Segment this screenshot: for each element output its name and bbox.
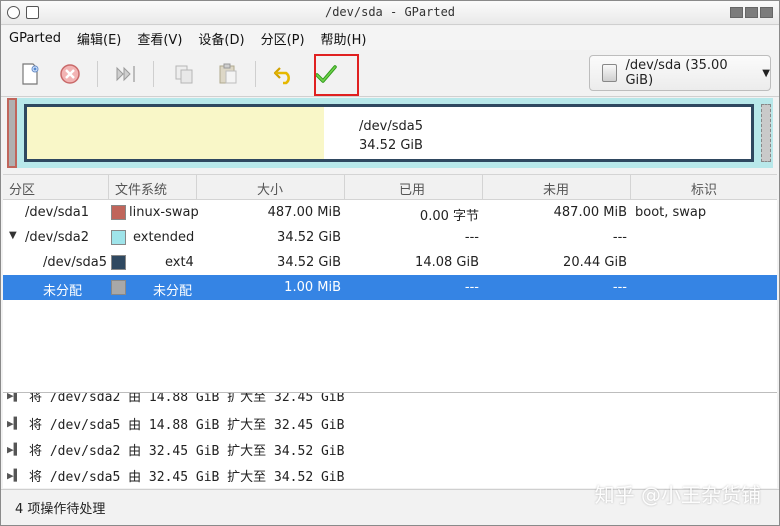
cell-used: 0.00 字节 (419, 209, 479, 224)
cell-partition: /dev/sda5 (43, 255, 107, 270)
operation-text: 将 /dev/sda2 由 14.88 GiB 扩大至 32.45 GiB (29, 392, 345, 405)
partition-table: 分区 文件系统 大小 已用 未用 标识 /dev/sda1 linux-swap… (3, 174, 777, 392)
operation-text: 将 /dev/sda2 由 32.45 GiB 扩大至 34.52 GiB (29, 443, 345, 459)
cell-used: --- (464, 230, 479, 245)
resize-operation-icon: ▶▌ (7, 442, 21, 456)
table-row-selected[interactable]: 未分配 未分配 1.00 MiB --- --- (3, 275, 777, 300)
cell-unused: --- (612, 280, 627, 295)
cell-partition: /dev/sda2 (25, 230, 89, 245)
close-button[interactable] (760, 7, 773, 18)
table-header: 分区 文件系统 大小 已用 未用 标识 (3, 175, 777, 200)
cell-unused: 20.44 GiB (563, 255, 627, 270)
header-flags[interactable]: 标识 (691, 179, 717, 198)
cell-size: 34.52 GiB (277, 255, 341, 270)
list-item[interactable]: ▶▌ 将 /dev/sda2 由 14.88 GiB 扩大至 32.45 GiB (3, 392, 345, 407)
chevron-down-icon: ▼ (762, 67, 770, 79)
resize-move-icon[interactable] (111, 59, 141, 89)
title-bar: /dev/sda - GParted (1, 1, 779, 25)
pending-operations-list: ▶▌ 将 /dev/sda2 由 14.88 GiB 扩大至 32.45 GiB… (3, 392, 777, 488)
device-label: /dev/sda (35.00 GiB) (625, 58, 728, 88)
watermark: 知乎 @小王杂货铺 (594, 483, 761, 507)
cell-partition: 未分配 (43, 284, 83, 299)
menu-partition[interactable]: 分区(P) (261, 29, 305, 48)
graph-swap-partition[interactable] (7, 98, 17, 168)
header-partition[interactable]: 分区 (9, 179, 35, 198)
operation-text: 将 /dev/sda5 由 32.45 GiB 扩大至 34.52 GiB (29, 469, 345, 485)
cell-size: 487.00 MiB (267, 205, 341, 220)
operation-text: 将 /dev/sda5 由 14.88 GiB 扩大至 32.45 GiB (29, 417, 345, 433)
header-unused[interactable]: 未用 (543, 179, 569, 198)
graph-used-space (27, 107, 324, 159)
cell-unused: 487.00 MiB (553, 205, 627, 220)
cell-filesystem: linux-swap (129, 205, 199, 220)
graph-unallocated[interactable] (761, 104, 771, 162)
partition-graph: /dev/sda5 34.52 GiB (7, 98, 773, 168)
cell-partition: /dev/sda1 (25, 205, 89, 220)
gparted-window: /dev/sda - GParted GParted 编辑(E) 查看(V) 设… (0, 0, 780, 526)
fs-color-swatch (111, 230, 126, 245)
resize-operation-icon: ▶▌ (7, 468, 21, 482)
cell-used: --- (464, 280, 479, 295)
cell-filesystem: 未分配 (153, 284, 193, 299)
header-size[interactable]: 大小 (257, 179, 283, 198)
table-row[interactable]: ▼ /dev/sda2 extended 34.52 GiB --- --- (3, 225, 777, 250)
device-selector[interactable]: /dev/sda (35.00 GiB) ▼ (589, 55, 771, 91)
maximize-button[interactable] (745, 7, 758, 18)
menu-gparted[interactable]: GParted (9, 31, 61, 46)
minimize-button[interactable] (730, 7, 743, 18)
graph-partition-size: 34.52 GiB (359, 138, 423, 153)
cell-size: 1.00 MiB (284, 280, 341, 295)
expand-triangle-icon[interactable]: ▼ (9, 230, 17, 241)
cell-filesystem: extended (133, 230, 195, 245)
menu-device[interactable]: 设备(D) (198, 29, 244, 48)
header-filesystem[interactable]: 文件系统 (115, 179, 167, 198)
cell-size: 34.52 GiB (277, 230, 341, 245)
fs-color-swatch (111, 280, 126, 295)
cell-flags: boot, swap (635, 205, 707, 220)
cell-unused: --- (612, 230, 627, 245)
graph-sda5-partition[interactable]: /dev/sda5 34.52 GiB (24, 104, 754, 162)
cell-used: 14.08 GiB (415, 255, 479, 270)
list-item[interactable]: ▶▌ 将 /dev/sda5 由 14.88 GiB 扩大至 32.45 GiB (3, 411, 344, 435)
header-used[interactable]: 已用 (399, 179, 425, 198)
status-text: 4 项操作待处理 (15, 502, 106, 517)
menu-help[interactable]: 帮助(H) (321, 29, 367, 48)
list-item[interactable]: ▶▌ 将 /dev/sda5 由 32.45 GiB 扩大至 34.52 GiB (3, 463, 344, 487)
cell-filesystem: ext4 (165, 255, 194, 270)
graph-partition-name: /dev/sda5 (359, 119, 423, 134)
table-row[interactable]: /dev/sda1 linux-swap 487.00 MiB 0.00 字节 … (3, 200, 777, 225)
undo-icon[interactable] (269, 59, 299, 89)
table-row[interactable]: /dev/sda5 ext4 34.52 GiB 14.08 GiB 20.44… (3, 250, 777, 275)
new-partition-icon[interactable] (15, 59, 45, 89)
menu-bar: GParted 编辑(E) 查看(V) 设备(D) 分区(P) 帮助(H) (1, 26, 779, 50)
window-title: /dev/sda - GParted (324, 5, 456, 19)
fs-color-swatch (111, 255, 126, 270)
list-item[interactable]: ▶▌ 将 /dev/sda2 由 32.45 GiB 扩大至 34.52 GiB (3, 437, 344, 461)
disk-icon (602, 64, 618, 82)
copy-icon[interactable] (169, 59, 199, 89)
fs-color-swatch (111, 205, 126, 220)
delete-icon[interactable] (55, 59, 85, 89)
menu-view[interactable]: 查看(V) (137, 29, 182, 48)
paste-icon[interactable] (213, 59, 243, 89)
resize-operation-icon: ▶▌ (7, 416, 21, 430)
resize-operation-icon: ▶▌ (7, 392, 21, 402)
menu-edit[interactable]: 编辑(E) (77, 29, 121, 48)
apply-highlight-annotation (314, 54, 359, 96)
